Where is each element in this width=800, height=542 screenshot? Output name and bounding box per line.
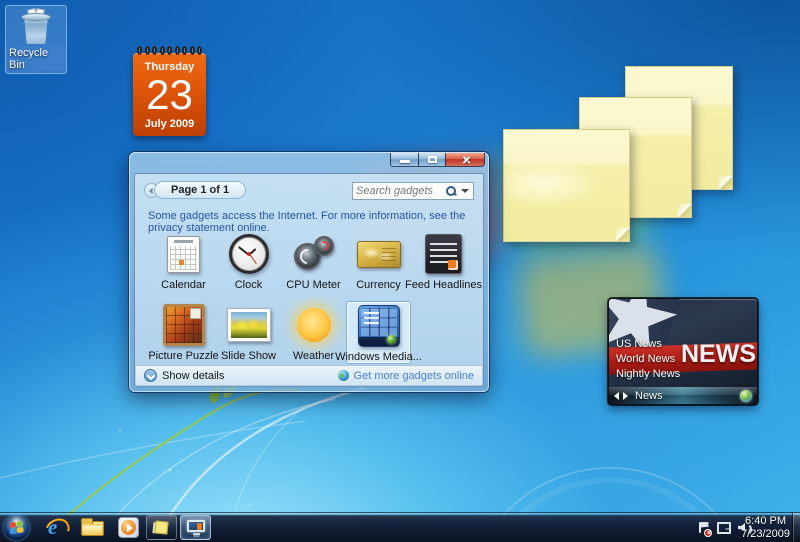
gadget-tile-currency[interactable]: Currency <box>346 230 411 293</box>
search-icon[interactable] <box>445 185 457 197</box>
windows-orb-icon[interactable] <box>740 390 752 402</box>
show-desktop-button[interactable] <box>792 513 800 542</box>
gadget-gallery-window: Page 1 of 1 Some gadgets access the Inte… <box>129 152 489 392</box>
gadget-tile-clock[interactable]: Clock <box>216 230 281 293</box>
clock-time: 6:40 PM <box>745 515 786 528</box>
media-player-icon[interactable] <box>118 517 139 538</box>
slide-show-gadget-icon <box>226 303 272 347</box>
gadget-tile-picture-puzzle[interactable]: Picture Puzzle <box>151 301 216 364</box>
gadget-gallery-taskbar-button[interactable] <box>180 515 211 540</box>
internet-explorer-icon[interactable]: e <box>45 517 67 539</box>
globe-icon <box>338 370 349 381</box>
sticky-note-icon <box>154 520 168 534</box>
recycle-bin-desktop-icon[interactable]: Recycle Bin <box>5 5 67 74</box>
cpu-meter-gadget-icon <box>291 232 337 276</box>
sticky-notes-taskbar-button[interactable] <box>146 515 177 540</box>
minimize-icon <box>400 160 410 163</box>
maximize-icon <box>428 156 437 163</box>
windows-media-gadget-icon <box>356 304 402 348</box>
next-feed-arrow-icon[interactable] <box>623 392 628 400</box>
news-feed-title: News <box>635 390 663 402</box>
chevron-down-icon <box>144 369 157 382</box>
gadget-gallery-icon <box>187 520 205 532</box>
clock-date: 7/23/2009 <box>741 528 790 541</box>
currency-gadget-icon <box>356 232 402 276</box>
gallery-footer: Show details Get more gadgets online <box>136 365 482 385</box>
gadget-search-box[interactable] <box>352 182 474 200</box>
gadget-tile-slide-show[interactable]: Slide Show <box>216 301 281 364</box>
windows-explorer-icon[interactable] <box>81 521 104 536</box>
windows-orb-icon <box>387 335 396 344</box>
search-input[interactable] <box>353 185 445 197</box>
clock-gadget-icon <box>226 232 272 276</box>
gadget-grid: Calendar Clock CPU Meter Currency Feed H… <box>151 230 476 364</box>
news-gadget-navbar: News <box>609 387 757 404</box>
calendar-month-year: July 2009 <box>145 118 195 130</box>
calendar-gadget-icon <box>161 232 207 276</box>
news-headline[interactable]: US News <box>616 337 680 352</box>
taskbar: e 6:40 PM 7/23/2009 <box>0 513 800 542</box>
gadget-tile-feed-headlines[interactable]: Feed Headlines <box>411 230 476 293</box>
picture-puzzle-gadget-icon <box>161 303 207 347</box>
window-caption-buttons <box>391 153 485 167</box>
calendar-gadget[interactable]: Thursday 23 July 2009 <box>133 46 206 136</box>
network-icon[interactable] <box>717 521 731 534</box>
get-more-gadgets-link[interactable]: Get more gadgets online <box>338 370 474 382</box>
gadget-gallery-content: Page 1 of 1 Some gadgets access the Inte… <box>134 173 484 387</box>
news-headline[interactable]: World News <box>616 352 680 367</box>
gadget-tile-cpu-meter[interactable]: CPU Meter <box>281 230 346 293</box>
show-details-button[interactable]: Show details <box>144 369 224 382</box>
news-headline[interactable]: Nightly News <box>616 367 680 382</box>
taskbar-clock[interactable]: 6:40 PM 7/23/2009 <box>741 514 790 541</box>
news-feed-gadget[interactable]: NEWS US News World News Nightly News New… <box>608 298 758 405</box>
start-button[interactable] <box>4 515 29 540</box>
sticky-note-front[interactable] <box>503 129 630 242</box>
weather-gadget-icon <box>291 303 337 347</box>
maximize-button[interactable] <box>418 153 446 167</box>
news-gadget-screen: NEWS US News World News Nightly News <box>609 299 757 387</box>
page-indicator: Page 1 of 1 <box>154 181 246 199</box>
calendar-day: 23 <box>146 73 193 117</box>
feed-headlines-gadget-icon <box>421 232 467 276</box>
minimize-button[interactable] <box>390 153 419 167</box>
previous-feed-arrow-icon[interactable] <box>614 392 619 400</box>
alert-badge-icon <box>704 529 712 537</box>
gallery-toolbar: Page 1 of 1 <box>144 180 474 202</box>
news-banner-text: NEWS <box>681 340 756 369</box>
recycle-bin-label: Recycle Bin <box>6 47 66 71</box>
search-dropdown-icon[interactable] <box>461 189 469 193</box>
action-center-flag-icon[interactable] <box>697 521 710 535</box>
windows-flag-icon <box>10 521 24 534</box>
close-button[interactable] <box>445 153 485 167</box>
recycle-bin-icon <box>20 9 52 45</box>
gadget-tile-calendar[interactable]: Calendar <box>151 230 216 293</box>
calendar-gadget-body: Thursday 23 July 2009 <box>133 53 206 136</box>
gadget-tile-windows-media[interactable]: Windows Media... <box>346 301 411 364</box>
calendar-spiral-binding <box>137 46 202 56</box>
